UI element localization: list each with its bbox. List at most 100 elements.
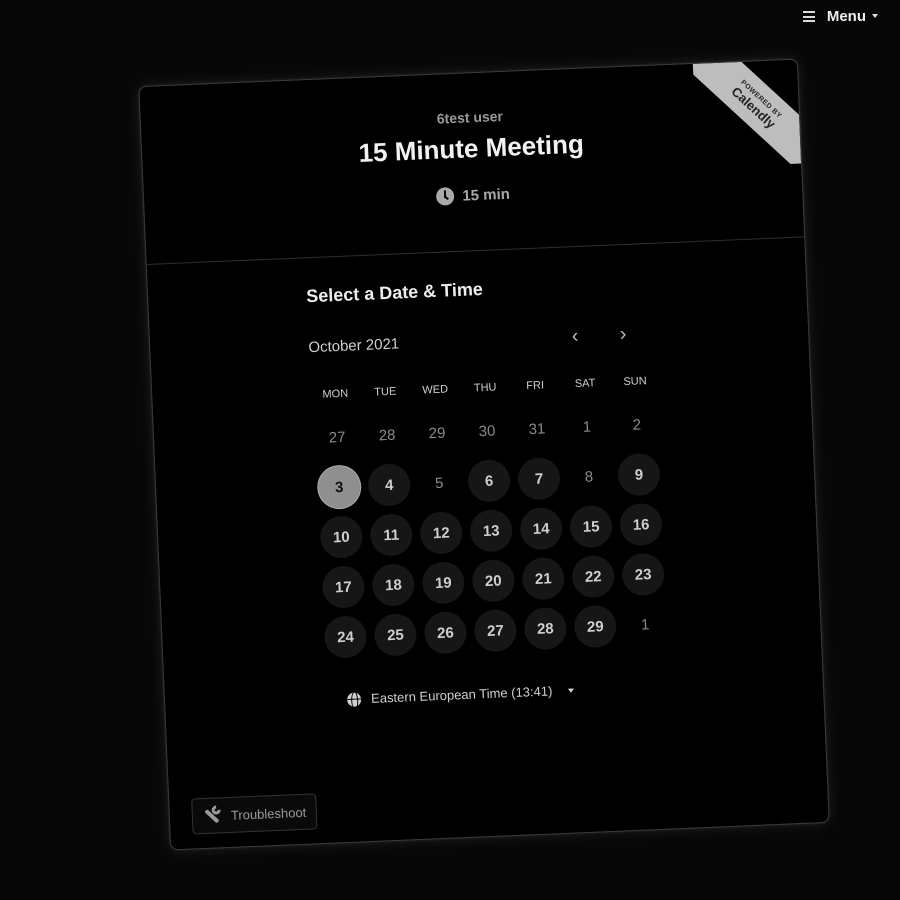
calendar-day-number: 28 xyxy=(523,606,568,651)
calendar-day-number: 6 xyxy=(467,458,511,503)
calendar-day[interactable]: 19 xyxy=(417,557,469,609)
calendar-day[interactable]: 12 xyxy=(415,507,467,559)
timezone-label: Eastern European Time (13:41) xyxy=(370,683,553,706)
calendar-day[interactable]: 4 xyxy=(363,459,415,511)
weekday-label: MON xyxy=(322,387,349,401)
calendar-day-number: 18 xyxy=(371,563,416,607)
calendar-day: 30 xyxy=(461,405,513,457)
next-month-button[interactable]: › xyxy=(603,322,644,345)
calendar-day-number: 17 xyxy=(321,565,366,609)
calendar-day[interactable]: 9 xyxy=(613,449,665,501)
weekday-label: SAT xyxy=(574,377,596,391)
calendar-day[interactable]: 26 xyxy=(419,607,471,659)
calendar-day-number: 31 xyxy=(528,419,546,438)
calendar-day-number: 24 xyxy=(323,615,368,659)
troubleshoot-label: Troubleshoot xyxy=(230,804,307,823)
calendar-day: 28 xyxy=(361,409,413,461)
timezone-selector[interactable]: Eastern European Time (13:41) xyxy=(346,672,823,707)
calendar-day-number: 22 xyxy=(571,554,616,599)
calendar-day-number: 10 xyxy=(319,515,364,559)
chevron-right-icon: › xyxy=(619,322,627,345)
clock-icon xyxy=(436,187,455,206)
powered-by-ribbon[interactable]: POWERED BY Calendly xyxy=(692,59,802,168)
weekday-label: TUE xyxy=(374,385,397,399)
calendar-day[interactable]: 14 xyxy=(515,503,567,555)
month-navigation: October 2021 ‹ › xyxy=(307,322,644,357)
calendar-day-number: 11 xyxy=(369,513,414,557)
calendar-day[interactable]: 23 xyxy=(617,548,669,600)
main-menu-button[interactable]: Menu xyxy=(802,8,878,25)
calendar-day-number: 5 xyxy=(434,474,444,492)
calendar-day[interactable]: 16 xyxy=(615,498,667,550)
calendar-day-number: 7 xyxy=(517,456,561,501)
section-title: Select a Date & Time xyxy=(305,278,484,307)
calendar-grid: 27 28 29 30 31 1 2 3 4 5 6 7 8 9 10 11 12 13 14 15 16 17 18 19 2… xyxy=(311,392,821,663)
calendar-day[interactable]: 10 xyxy=(315,511,367,563)
menu-label: Menu xyxy=(827,8,878,25)
calendar-day: 2 xyxy=(611,399,663,451)
calendar-day[interactable]: 7 xyxy=(513,453,565,505)
month-label: October 2021 xyxy=(307,334,400,356)
calendar-day-number: 26 xyxy=(423,610,468,655)
calendar-day-number: 9 xyxy=(617,452,661,497)
calendar-day: 8 xyxy=(563,451,615,503)
host-name: 6test user xyxy=(436,107,504,127)
wrench-icon xyxy=(203,803,223,825)
calendar-day-number: 14 xyxy=(519,506,564,551)
calendar-day: 1 xyxy=(561,401,613,453)
chevron-down-icon xyxy=(872,14,878,18)
calendar-day: 29 xyxy=(411,407,463,459)
calendar-day-number: 30 xyxy=(478,422,496,440)
weekday-label: THU xyxy=(473,381,497,395)
calendar-day-number: 29 xyxy=(573,604,618,649)
calendar-day-number: 25 xyxy=(373,613,418,657)
calendar-day-number: 4 xyxy=(367,463,412,507)
calendar-day: 5 xyxy=(413,457,465,509)
calendar-day[interactable]: 11 xyxy=(365,509,417,561)
duration-label: 15 min xyxy=(462,185,511,205)
calendar-day[interactable]: 15 xyxy=(565,501,617,553)
calendar-day: 31 xyxy=(511,403,563,455)
calendar-day-number: 21 xyxy=(521,556,566,601)
calendar-day[interactable]: 27 xyxy=(469,605,521,657)
calendar-day[interactable]: 25 xyxy=(369,609,421,661)
calendar-day[interactable]: 6 xyxy=(463,455,515,507)
previous-month-button[interactable]: ‹ xyxy=(555,324,596,347)
booking-card: POWERED BY Calendly 6test user 15 Minute… xyxy=(138,58,830,851)
calendar-day-number: 27 xyxy=(328,428,346,446)
calendar-day-number: 1 xyxy=(582,417,592,436)
calendar-day[interactable]: 13 xyxy=(465,505,517,557)
calendar-day[interactable]: 24 xyxy=(319,611,371,663)
calendar-day-number: 8 xyxy=(584,467,594,486)
calendar-day: 27 xyxy=(311,411,363,463)
calendar-day-number: 3 xyxy=(317,465,362,509)
globe-icon xyxy=(346,691,362,707)
calendar-day[interactable]: 22 xyxy=(567,551,619,603)
event-title: 15 Minute Meeting xyxy=(357,128,585,168)
calendar-day-selected[interactable]: 3 xyxy=(313,461,365,513)
calendar-day-number: 29 xyxy=(428,424,446,442)
calendar-day[interactable]: 29 xyxy=(569,600,621,652)
calendar-section: Select a Date & Time October 2021 ‹ › MO… xyxy=(147,237,823,714)
calendar-day[interactable]: 20 xyxy=(467,555,519,607)
calendar-day-number: 1 xyxy=(640,615,650,634)
calendar-day[interactable]: 17 xyxy=(317,561,369,613)
calendar-day-number: 2 xyxy=(632,415,642,434)
chevron-left-icon: ‹ xyxy=(571,324,579,347)
hamburger-icon xyxy=(802,11,815,22)
calendar-day-number: 15 xyxy=(569,504,613,549)
troubleshoot-button[interactable]: Troubleshoot xyxy=(191,793,318,835)
calendar-day: 1 xyxy=(619,598,671,650)
calendar-day-number: 12 xyxy=(419,510,464,555)
calendar-day[interactable]: 21 xyxy=(517,553,569,605)
weekday-label: WED xyxy=(422,383,449,397)
weekday-label: SUN xyxy=(623,375,647,389)
calendar-day-number: 27 xyxy=(473,608,518,653)
calendar-day-number: 28 xyxy=(378,426,396,444)
calendar-day-number: 20 xyxy=(471,558,516,603)
calendar-day-number: 19 xyxy=(421,560,466,605)
calendar-day[interactable]: 18 xyxy=(367,559,419,611)
calendar-day-number: 13 xyxy=(469,508,514,553)
calendar-day[interactable]: 28 xyxy=(519,603,571,655)
calendar-day-number: 16 xyxy=(619,502,663,547)
